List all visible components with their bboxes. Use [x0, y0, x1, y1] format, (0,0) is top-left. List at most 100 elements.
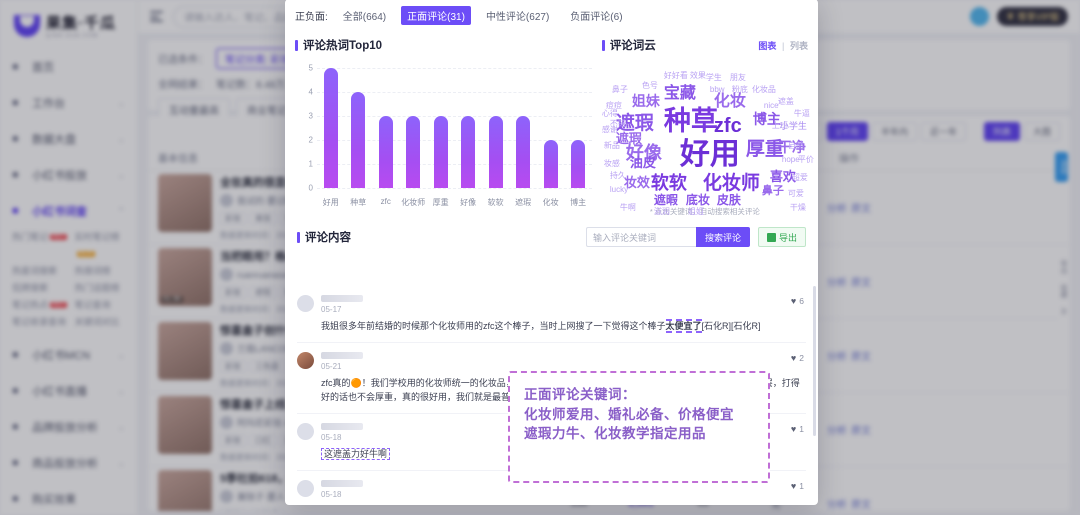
word-cloud-term-47[interactable]: 平价: [798, 155, 814, 164]
toggle-list-view[interactable]: 列表: [790, 41, 808, 51]
word-cloud-term-40[interactable]: 滋润: [654, 207, 670, 216]
chart-bar-wrap[interactable]: [564, 68, 591, 188]
word-cloud-term-19[interactable]: 皮肤: [717, 194, 741, 206]
chart-bar[interactable]: [378, 116, 393, 188]
word-cloud-term-8[interactable]: 宝藏: [664, 85, 696, 102]
app-root: 果集·千瓜 QIAN·GUA.COM ■ 首页 ■ 工作台 ⌄ ■ 数据大盘 ⌄ ■ 小红书投放 ⌄…: [0, 0, 1080, 515]
sentiment-tabs: 正负面: 全部(664) 正面评论(31) 中性评论(627) 负面评论(6): [285, 0, 818, 31]
word-cloud-term-10[interactable]: 化妆: [714, 93, 746, 110]
chart-bar-wrap[interactable]: [399, 68, 426, 188]
word-cloud-term-29[interactable]: 鼻子: [612, 85, 628, 94]
comment-like-count[interactable]: ♥ 2: [791, 353, 804, 363]
chart-bar[interactable]: [406, 116, 421, 188]
comment-header: 05-21: [297, 351, 806, 371]
chart-bar[interactable]: [543, 140, 558, 188]
word-cloud-term-33[interactable]: 心得: [602, 109, 618, 118]
word-cloud-term-27[interactable]: 粉底: [732, 85, 748, 94]
chart-bar[interactable]: [433, 116, 448, 188]
word-cloud-term-45[interactable]: 牛逼: [794, 109, 810, 118]
word-cloud-term-51[interactable]: 干燥: [790, 203, 806, 212]
sentiment-tab-0[interactable]: 全部(664): [337, 6, 392, 25]
comment-user-block: 05-18: [321, 479, 363, 499]
word-cloud-term-24[interactable]: 效果: [690, 71, 706, 80]
chart-bar-wrap[interactable]: [454, 68, 481, 188]
word-cloud-term-17[interactable]: 遮暇: [654, 194, 678, 206]
comment-highlight: 太便宜了: [665, 319, 702, 333]
chart-y-tick: 0: [308, 183, 313, 193]
word-cloud-term-0[interactable]: 好用: [680, 139, 740, 170]
chart-x-tick: 化妆: [542, 198, 559, 207]
word-cloud-term-20[interactable]: 鼻子: [762, 185, 784, 197]
chart-bar-wrap[interactable]: [372, 68, 399, 188]
chart-bar-wrap[interactable]: [537, 68, 564, 188]
comment-date: 05-17: [321, 305, 342, 314]
chart-bar[interactable]: [323, 68, 338, 188]
comment-like-count[interactable]: ♥ 1: [791, 424, 804, 434]
chart-bar-wrap[interactable]: [344, 68, 371, 188]
word-cloud-term-50[interactable]: 可爱: [788, 189, 804, 198]
chart-bar-wrap[interactable]: [427, 68, 454, 188]
wordcloud-view-toggle[interactable]: 图表 | 列表: [758, 39, 808, 52]
chart-bar[interactable]: [571, 140, 586, 188]
word-cloud-term-49[interactable]: 超爱: [792, 173, 808, 182]
comment-like-count[interactable]: ♥ 6: [791, 296, 804, 306]
comment-search-group: 输入评论关键词 搜索评论 导出: [585, 227, 806, 247]
chart-x-tick: 软软: [487, 198, 504, 207]
chart-bar-wrap[interactable]: [509, 68, 536, 188]
chart-bar[interactable]: [516, 116, 531, 188]
word-cloud-term-42[interactable]: nice: [764, 101, 779, 110]
word-cloud-term-3[interactable]: 化妆师: [703, 174, 760, 193]
export-button[interactable]: 导出: [757, 227, 806, 247]
word-cloud-term-41[interactable]: 姐姐: [688, 207, 704, 216]
sentiment-tab-3[interactable]: 负面评论(6): [564, 6, 628, 25]
word-cloud-term-39[interactable]: 牛啊: [620, 203, 636, 212]
word-cloud-term-6[interactable]: 软软: [651, 174, 687, 192]
comment-avatar[interactable]: [297, 479, 314, 497]
wordcloud-pane: 评论词云 图表 | 列表 好用 种草 遮瑕 化妆师 厚重 好像 软软 zfc 宝藏 姐妹 化妆 博主干…: [594, 37, 814, 217]
word-cloud-term-15[interactable]: 油皮: [630, 156, 656, 169]
hotword-title: 评论热词Top10: [295, 37, 594, 53]
chart-bar[interactable]: [488, 116, 503, 188]
word-cloud-term-25[interactable]: 朋友: [730, 73, 746, 82]
comment-text: 我姐很多年前结婚的时候那个化妆师用的zfc这个棒子，当时上网搜了一下觉得这个棒子…: [321, 319, 806, 334]
comment-search-button[interactable]: 搜索评论: [695, 227, 750, 247]
word-cloud-term-23[interactable]: 好好看: [664, 71, 688, 80]
chart-x-tick: 种草: [350, 198, 367, 207]
word-cloud-term-7[interactable]: zfc: [714, 116, 742, 136]
excel-icon: [766, 232, 776, 242]
heart-icon: ♥: [790, 480, 797, 491]
word-cloud[interactable]: 好用 种草 遮瑕 化妆师 厚重 好像 软软 zfc 宝藏 姐妹 化妆 博主 干净 喜欢 妆效 油皮 遮瑕 遮暇 底妆…: [602, 62, 814, 215]
comment-avatar[interactable]: [297, 422, 314, 440]
word-cloud-term-38[interactable]: 持久: [610, 171, 626, 180]
word-cloud-term-9[interactable]: 姐妹: [632, 94, 660, 108]
comment-search-input[interactable]: 输入评论关键词: [585, 227, 696, 247]
sentiment-tab-1[interactable]: 正面评论(31): [401, 6, 471, 25]
word-cloud-term-1[interactable]: 种草: [664, 107, 718, 135]
comment-avatar[interactable]: [297, 295, 314, 312]
comment-like-count[interactable]: ♥ 1: [791, 481, 804, 491]
word-cloud-term-44[interactable]: 遮盖: [778, 97, 794, 106]
chart-bar-wrap[interactable]: [482, 68, 509, 188]
word-cloud-term-36[interactable]: 妆感: [604, 159, 620, 168]
word-cloud-term-35[interactable]: 新品: [604, 141, 620, 150]
comment-list-scrollbar[interactable]: [813, 286, 816, 436]
word-cloud-term-26[interactable]: bbw: [710, 85, 725, 94]
word-cloud-term-30[interactable]: 色号: [642, 81, 658, 90]
sentiment-tab-list: 全部(664) 正面评论(31) 中性评论(627) 负面评论(6): [337, 6, 629, 25]
toggle-chart-view[interactable]: 图表: [758, 41, 776, 51]
comment-avatar[interactable]: [297, 351, 314, 369]
chart-y-tick: 4: [308, 87, 313, 97]
word-cloud-term-48[interactable]: 自然: [788, 141, 804, 150]
hotword-pane: 评论热词Top10 0 1 2 3 4 5 好用 种草 zfc 化妆师 厚重 好像 软软 遮瑕 化妆 博主: [295, 37, 594, 217]
word-cloud-term-18[interactable]: 底妆: [686, 194, 710, 206]
chart-bar[interactable]: [351, 92, 366, 188]
word-cloud-term-43[interactable]: 上班: [772, 121, 788, 130]
chart-bar-wrap[interactable]: [317, 68, 344, 188]
word-cloud-term-34[interactable]: 感谢: [602, 125, 618, 134]
word-cloud-term-37[interactable]: lucky: [610, 185, 628, 194]
sentiment-tab-2[interactable]: 中性评论(627): [480, 6, 555, 25]
chart-bar[interactable]: [461, 116, 476, 188]
word-cloud-term-28[interactable]: 化妆品: [752, 85, 776, 94]
comment-user-block: 05-21: [321, 351, 363, 371]
word-cloud-term-22[interactable]: 学生: [706, 73, 722, 82]
